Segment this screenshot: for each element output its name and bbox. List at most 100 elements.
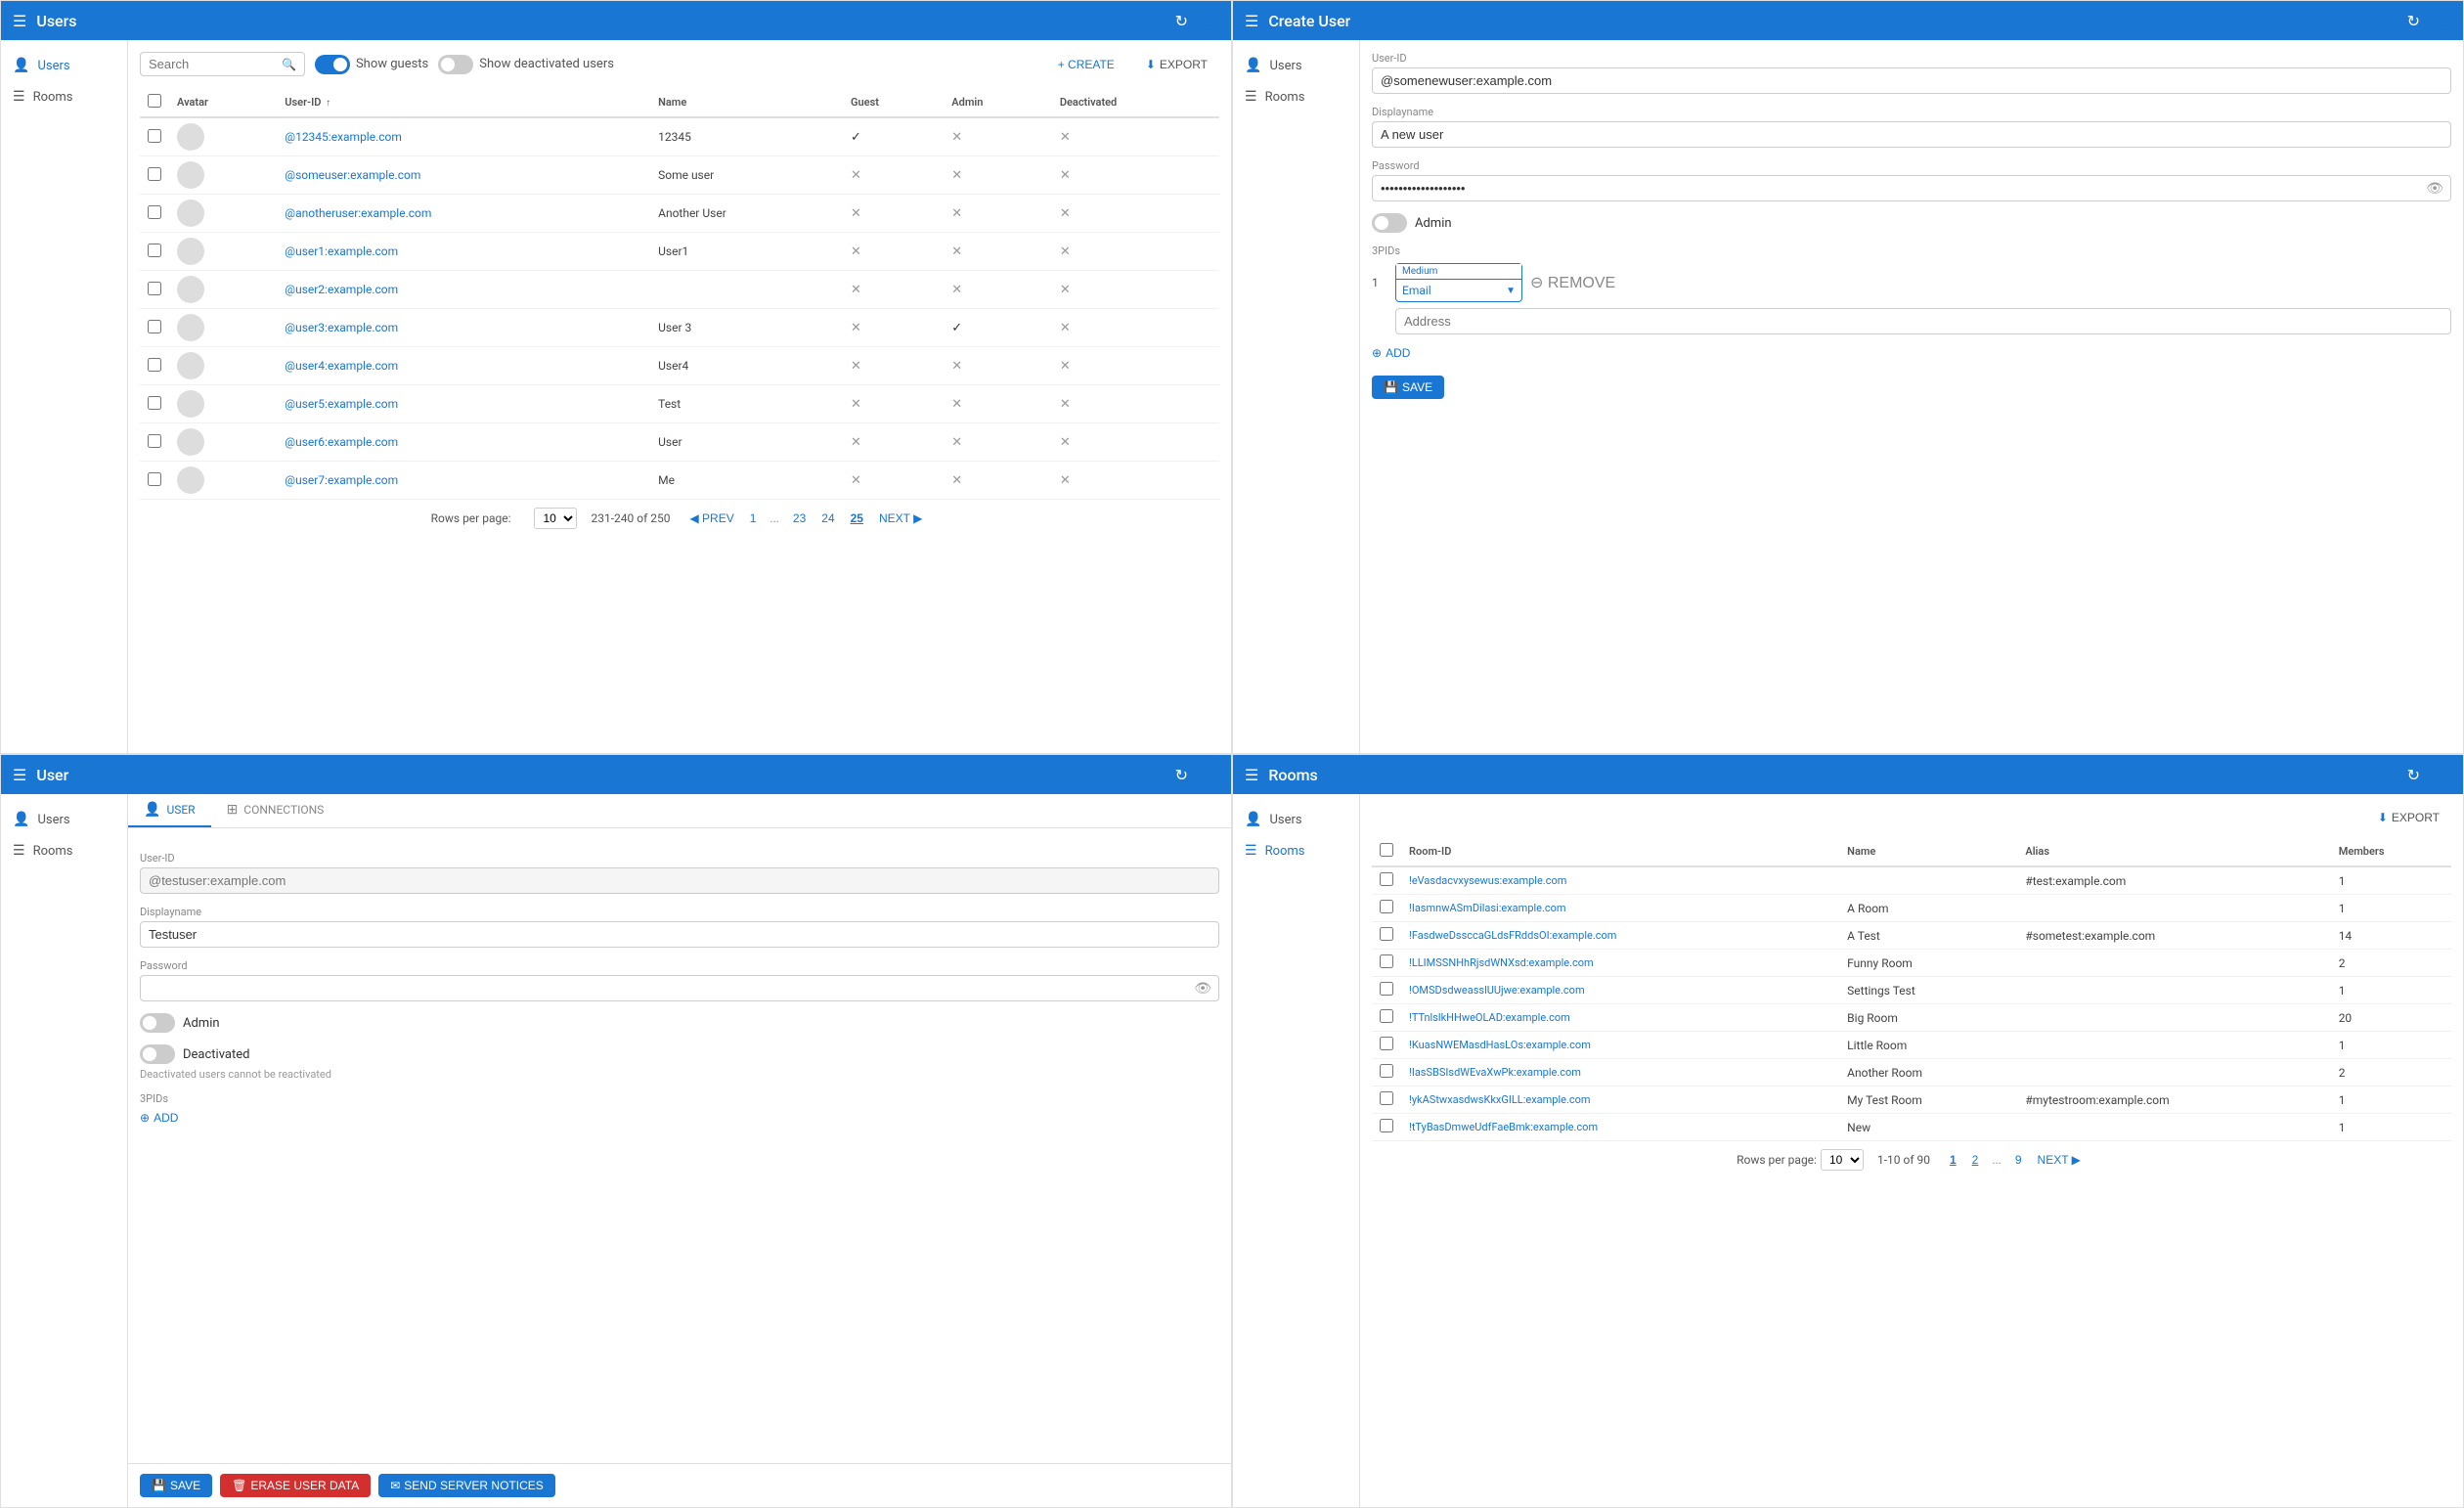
room-id-cell[interactable]: !LLIMSSNHhRjsdWNXsd:example.com: [1401, 950, 1839, 977]
row-checkbox[interactable]: [1380, 900, 1393, 913]
send-notices-button[interactable]: ✉ SEND SERVER NOTICES: [378, 1474, 555, 1497]
user-id-input[interactable]: [140, 867, 1219, 894]
hamburger-icon[interactable]: ☰: [1245, 766, 1258, 784]
user-id-cell[interactable]: @user5:example.com: [277, 385, 650, 423]
room-id-cell[interactable]: !IasmnwASmDilasi:example.com: [1401, 895, 1839, 922]
room-id-cell[interactable]: !tTyBasDmweUdfFaeBmk:example.com: [1401, 1114, 1839, 1141]
select-all-rooms-checkbox[interactable]: [1380, 843, 1393, 857]
sidebar-item-rooms[interactable]: ☰ Rooms: [1233, 81, 1359, 112]
create-button[interactable]: + CREATE: [1046, 53, 1126, 76]
sidebar-item-users[interactable]: 👤 Users: [1, 804, 127, 835]
pid-email-select[interactable]: Email ▼: [1396, 280, 1521, 301]
row-checkbox[interactable]: [148, 358, 161, 372]
account-icon[interactable]: 👤: [2432, 12, 2451, 30]
row-checkbox[interactable]: [1380, 1064, 1393, 1078]
save-button[interactable]: 💾 SAVE: [1372, 376, 1444, 399]
page-1-button[interactable]: 1: [744, 510, 763, 527]
row-checkbox[interactable]: [148, 396, 161, 410]
eye-icon[interactable]: 👁: [1194, 981, 1211, 997]
prev-button[interactable]: ◀ PREV: [683, 510, 739, 527]
sidebar-item-users[interactable]: 👤 Users: [1, 50, 127, 81]
user-id-input[interactable]: [1372, 67, 2451, 94]
sidebar-item-users[interactable]: 👤 Users: [1233, 804, 1359, 835]
room-id-cell[interactable]: !ykAStwxasdwsKkxGILL:example.com: [1401, 1087, 1839, 1114]
rows-per-page-select[interactable]: 10 25 50: [534, 508, 577, 529]
remove-pid-button[interactable]: ⊖ REMOVE: [1530, 273, 1615, 292]
page-24-button[interactable]: 24: [815, 510, 840, 527]
account-icon[interactable]: 👤: [2432, 766, 2451, 784]
user-id-cell[interactable]: @someuser:example.com: [277, 156, 650, 195]
add-pid-button[interactable]: ⊕ ADD: [1372, 346, 1410, 360]
row-checkbox[interactable]: [1380, 954, 1393, 968]
add-pid-button[interactable]: ⊕ ADD: [140, 1111, 178, 1125]
row-checkbox[interactable]: [1380, 927, 1393, 941]
sidebar-item-rooms[interactable]: ☰ Rooms: [1233, 835, 1359, 866]
user-id-cell[interactable]: @user3:example.com: [277, 309, 650, 347]
row-checkbox[interactable]: [1380, 982, 1393, 996]
room-id-cell[interactable]: !TTnlslkHHweOLAD:example.com: [1401, 1004, 1839, 1032]
show-deactivated-toggle[interactable]: [438, 55, 473, 74]
address-input[interactable]: [1395, 308, 2451, 334]
user-id-cell[interactable]: @user6:example.com: [277, 423, 650, 462]
search-input[interactable]: [149, 57, 276, 71]
row-checkbox[interactable]: [148, 320, 161, 333]
rooms-export-button[interactable]: ⬇ EXPORT: [2366, 806, 2451, 829]
room-id-cell[interactable]: !KuasNWEMasdHasLOs:example.com: [1401, 1032, 1839, 1059]
room-id-cell[interactable]: !FasdweDssccaGLdsFRddsOI:example.com: [1401, 922, 1839, 950]
select-all-checkbox[interactable]: [148, 94, 161, 108]
erase-button[interactable]: 🗑 ERASE USER DATA: [220, 1474, 371, 1497]
password-input[interactable]: [1372, 175, 2451, 201]
tab-user[interactable]: 👤 USER: [128, 794, 211, 827]
user-id-cell[interactable]: @user4:example.com: [277, 347, 650, 385]
admin-toggle[interactable]: [140, 1013, 175, 1033]
row-checkbox[interactable]: [148, 167, 161, 181]
hamburger-icon[interactable]: ☰: [13, 766, 26, 784]
eye-icon[interactable]: 👁: [2426, 181, 2443, 197]
displayname-input[interactable]: [140, 921, 1219, 948]
refresh-icon[interactable]: ↻: [1175, 12, 1188, 30]
page-1-button[interactable]: 1: [1944, 1151, 1962, 1169]
next-button[interactable]: NEXT ▶: [873, 510, 928, 527]
show-guests-toggle[interactable]: [315, 55, 350, 74]
account-icon[interactable]: 👤: [1200, 12, 1219, 30]
page-23-button[interactable]: 23: [787, 510, 812, 527]
admin-toggle[interactable]: [1372, 213, 1407, 233]
displayname-input[interactable]: [1372, 121, 2451, 148]
user-id-cell[interactable]: @12345:example.com: [277, 117, 650, 156]
rows-per-page-select[interactable]: 10 25: [1821, 1149, 1864, 1171]
row-checkbox[interactable]: [148, 205, 161, 219]
sidebar-item-rooms[interactable]: ☰ Rooms: [1, 81, 127, 112]
refresh-icon[interactable]: ↻: [2407, 12, 2420, 30]
password-input[interactable]: [140, 975, 1219, 1001]
user-id-cell[interactable]: @user2:example.com: [277, 271, 650, 309]
user-id-cell[interactable]: @user7:example.com: [277, 462, 650, 500]
refresh-icon[interactable]: ↻: [2407, 766, 2420, 784]
save-button[interactable]: 💾 SAVE: [140, 1474, 212, 1497]
user-id-cell[interactable]: @user1:example.com: [277, 233, 650, 271]
account-icon[interactable]: 👤: [1200, 766, 1219, 784]
page-25-button[interactable]: 25: [845, 510, 869, 527]
page-9-button[interactable]: 9: [2009, 1151, 2028, 1169]
tab-connections[interactable]: ⊞ CONNECTIONS: [211, 794, 340, 827]
row-checkbox[interactable]: [148, 282, 161, 295]
export-button[interactable]: ⬇ EXPORT: [1134, 53, 1219, 76]
user-id-cell[interactable]: @anotheruser:example.com: [277, 195, 650, 233]
room-id-cell[interactable]: !eVasdacvxysewus:example.com: [1401, 866, 1839, 895]
row-checkbox[interactable]: [1380, 1119, 1393, 1132]
row-checkbox[interactable]: [1380, 1009, 1393, 1023]
rooms-next-button[interactable]: NEXT ▶: [2032, 1151, 2087, 1169]
page-2-button[interactable]: 2: [1966, 1151, 1985, 1169]
hamburger-icon[interactable]: ☰: [13, 12, 26, 30]
row-checkbox[interactable]: [1380, 872, 1393, 886]
row-checkbox[interactable]: [1380, 1091, 1393, 1105]
row-checkbox[interactable]: [148, 129, 161, 143]
row-checkbox[interactable]: [1380, 1037, 1393, 1050]
hamburger-icon[interactable]: ☰: [1245, 12, 1258, 30]
sidebar-item-rooms[interactable]: ☰ Rooms: [1, 835, 127, 866]
userid-header[interactable]: User-ID ↑: [277, 88, 650, 117]
sidebar-item-users[interactable]: 👤 Users: [1233, 50, 1359, 81]
refresh-icon[interactable]: ↻: [1175, 766, 1188, 784]
room-id-cell[interactable]: !IasSBSIsdWEvaXwPk:example.com: [1401, 1059, 1839, 1087]
deactivated-toggle[interactable]: [140, 1044, 175, 1064]
room-id-cell[interactable]: !OMSDsdweasslUUjwe:example.com: [1401, 977, 1839, 1004]
